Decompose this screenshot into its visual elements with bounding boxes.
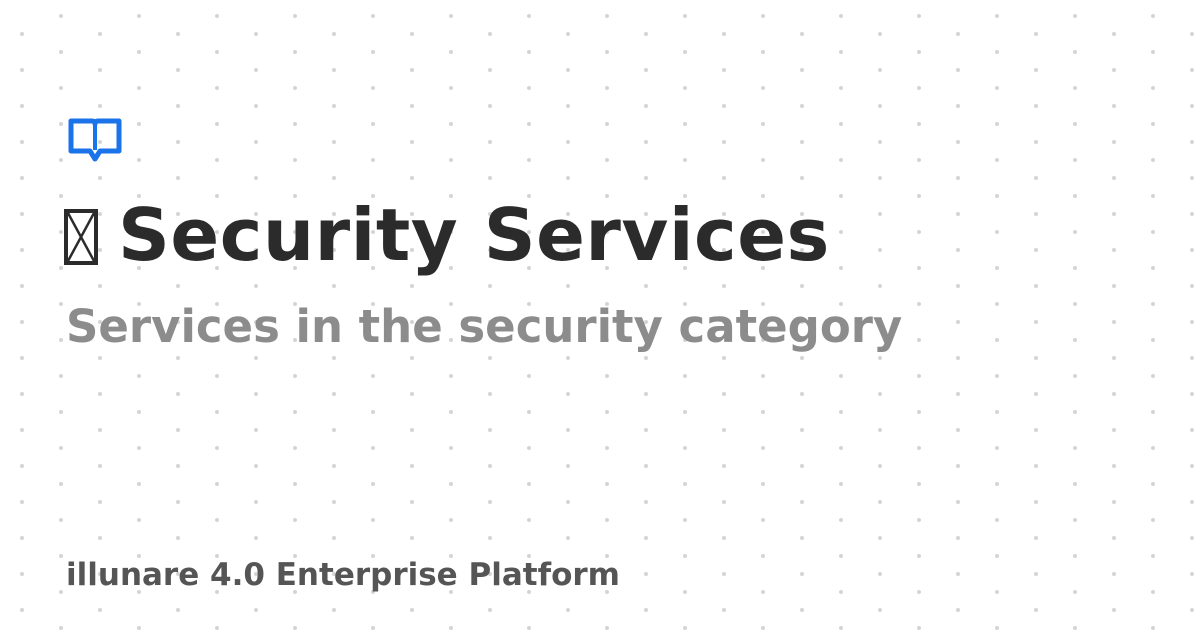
platform-name: illunare 4.0 Enterprise Platform	[66, 557, 620, 593]
book-chat-icon	[68, 118, 122, 162]
missing-glyph-icon	[64, 209, 98, 265]
page-title-text: Security Services	[118, 193, 830, 277]
page-title: Security Services	[64, 192, 830, 278]
page-subtitle: Services in the security category	[66, 300, 903, 353]
